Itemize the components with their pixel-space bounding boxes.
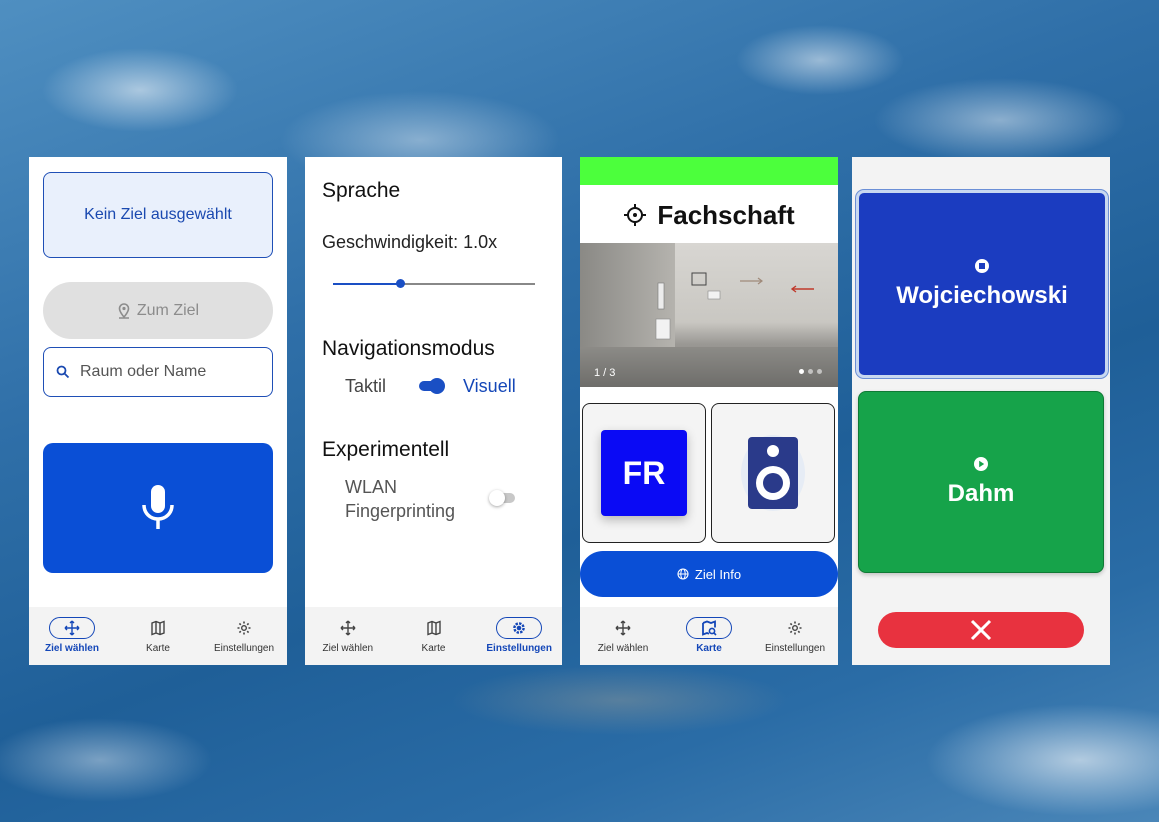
location-pin-icon (118, 302, 130, 319)
carousel-dot[interactable] (799, 369, 804, 374)
navmode-toggle[interactable] (419, 378, 445, 394)
room-photo-carousel[interactable]: 1 / 3 (580, 243, 838, 387)
wlan-fingerprinting-toggle[interactable] (489, 490, 515, 506)
speaker-tile[interactable] (711, 403, 835, 543)
room-title-text: Fachschaft (657, 199, 795, 230)
map-icon (135, 617, 181, 639)
map-icon (411, 617, 457, 639)
nav-item-einstellungen[interactable]: Einstellungen (752, 617, 838, 654)
nav-label: Ziel wählen (45, 643, 99, 654)
nav-label: Einstellungen (486, 643, 552, 654)
screen-target-select: Kein Ziel ausgewählt Zum Ziel Ziel wähle… (29, 157, 287, 665)
move-icon (325, 617, 371, 639)
map-search-icon (686, 617, 732, 639)
nav-item-karte[interactable]: Karte (115, 617, 201, 654)
photo-details (655, 272, 814, 340)
stop-icon (975, 259, 989, 273)
move-icon (600, 617, 646, 639)
nav-item-ziel-waehlen[interactable]: Ziel wählen (305, 617, 391, 654)
gear-icon (221, 617, 267, 639)
screen-settings: Sprache Geschwindigkeit: 1.0x Navigation… (305, 157, 562, 665)
cancel-button[interactable] (878, 612, 1084, 648)
bottom-navigation: Ziel wählen Karte Einstellungen (305, 607, 562, 665)
goto-target-label: Zum Ziel (136, 301, 200, 319)
nav-label: Einstellungen (213, 643, 275, 654)
carousel-dots (799, 369, 822, 374)
photo-counter: 1 / 3 (594, 367, 616, 379)
nav-label: Karte (696, 643, 722, 654)
no-target-banner: Kein Ziel ausgewählt (43, 172, 273, 258)
screen-room-detail: Fachschaft 1 / 3 FR Ziel Info Ziel wähle… (580, 157, 838, 665)
target-info-label: Ziel Info (694, 566, 742, 582)
nav-label: Ziel wählen (597, 643, 649, 654)
fr-badge: FR (601, 430, 687, 516)
nav-item-einstellungen[interactable]: Einstellungen (476, 617, 562, 654)
navmode-tactile-label: Taktil (345, 376, 387, 396)
navmode-visual-label: Visuell (463, 376, 516, 396)
bottom-navigation: Ziel wählen Karte Einstellungen (580, 607, 838, 665)
person-card-dahm[interactable]: Dahm (858, 391, 1104, 573)
carousel-dot[interactable] (808, 369, 813, 374)
wlan-label-line1: WLAN (345, 477, 398, 497)
language-heading[interactable]: Sprache (322, 179, 400, 203)
status-bar-green (580, 157, 838, 185)
nav-item-karte[interactable]: Karte (666, 617, 752, 654)
navmode-heading: Navigationsmodus (322, 337, 495, 360)
bottom-navigation: Ziel wählen Karte Einstellungen (29, 607, 287, 665)
speed-slider[interactable] (333, 279, 535, 288)
speed-slider-fill (333, 283, 400, 285)
nav-item-einstellungen[interactable]: Einstellungen (201, 617, 287, 654)
voice-input-button[interactable] (43, 443, 273, 573)
search-input[interactable] (80, 363, 250, 381)
fr-tile[interactable]: FR (582, 403, 706, 543)
speaker-icon (741, 435, 805, 511)
nav-label: Karte (421, 643, 446, 654)
nav-label: Einstellungen (764, 643, 826, 654)
nav-item-karte[interactable]: Karte (391, 617, 477, 654)
person-card-label: Dahm (947, 480, 1015, 507)
nav-label: Ziel wählen (322, 643, 374, 654)
person-card-wojciechowski[interactable]: Wojciechowski (856, 190, 1108, 378)
play-icon (974, 457, 988, 471)
nav-label: Karte (146, 643, 170, 654)
crosshair-icon (624, 204, 647, 226)
move-icon (49, 617, 95, 639)
search-field[interactable] (43, 347, 273, 397)
gear-icon (772, 617, 818, 639)
room-title: Fachschaft (580, 189, 838, 241)
microphone-icon (142, 485, 174, 529)
speed-slider-thumb[interactable] (395, 279, 405, 288)
experimental-heading: Experimentell (322, 438, 450, 461)
carousel-dot[interactable] (817, 369, 822, 374)
no-target-text: Kein Ziel ausgewählt (84, 206, 232, 223)
globe-icon (677, 568, 689, 580)
speed-label: Geschwindigkeit: 1.0x (322, 232, 498, 252)
wlan-label-line2: Fingerprinting (345, 501, 456, 521)
gear-icon (496, 617, 543, 639)
person-card-label: Wojciechowski (896, 282, 1068, 309)
goto-target-button[interactable]: Zum Ziel (43, 282, 273, 339)
target-info-button[interactable]: Ziel Info (580, 551, 838, 597)
wlan-toggle-knob (489, 490, 505, 506)
screen-person-select: Wojciechowski Dahm (852, 157, 1110, 665)
nav-item-ziel-waehlen[interactable]: Ziel wählen (29, 617, 115, 654)
nav-item-ziel-waehlen[interactable]: Ziel wählen (580, 617, 666, 654)
close-icon (970, 619, 992, 641)
navmode-toggle-knob (429, 378, 445, 394)
search-icon (56, 365, 70, 379)
